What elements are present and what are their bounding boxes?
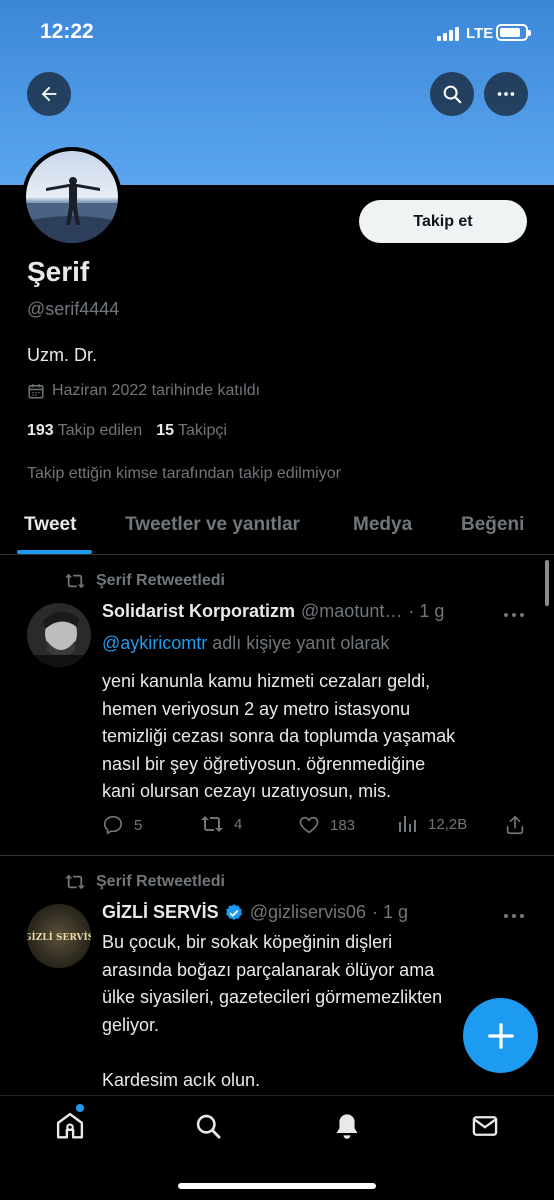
- retweet-indicator: Şerif Retweetledi: [64, 572, 225, 590]
- following-label: Takip edilen: [57, 422, 143, 439]
- profile-bio: Uzm. Dr.: [27, 345, 97, 365]
- reply-context: @aykiricomtr adlı kişiye yanıt olarak: [102, 633, 389, 654]
- verified-badge-icon: [225, 903, 242, 920]
- tab-tweets-and-replies[interactable]: Tweetler ve yanıtlar: [125, 514, 300, 536]
- tab-tweets[interactable]: Tweet: [24, 514, 76, 536]
- home-notification-dot: [76, 1104, 84, 1112]
- avatar-image: [26, 151, 118, 243]
- arrow-left-icon: [41, 86, 57, 102]
- status-time: 12:22: [40, 20, 94, 43]
- network-label: LTE: [466, 25, 494, 42]
- retweet-label: Şerif Retweetledi: [96, 572, 225, 589]
- nav-notifications[interactable]: [327, 1106, 367, 1146]
- active-tab-indicator: [17, 550, 92, 554]
- tweet-header: GİZLİ SERVİS @gizliservis06 · 1 g: [102, 902, 502, 923]
- reply-icon: [103, 815, 123, 835]
- tweet-time: · 1 g: [408, 601, 445, 621]
- tweet-more-icon[interactable]: [503, 611, 525, 619]
- like-button[interactable]: 183: [298, 814, 355, 836]
- retweet-label: Şerif Retweetledi: [96, 873, 225, 890]
- tweet-text: Bu çocuk, bir sokak köpeğinin dişleri ar…: [102, 932, 443, 1090]
- tweet-item[interactable]: Şerif Retweetledi Solidarist Korporatizm…: [0, 556, 554, 856]
- profile-display-name: Şerif: [27, 256, 90, 287]
- compose-tweet-button[interactable]: [463, 998, 538, 1073]
- profile-avatar[interactable]: [22, 147, 122, 247]
- profile-stats: 193 Takip edilen 15 Takipçi: [27, 422, 227, 440]
- battery-icon: [496, 24, 531, 41]
- reply-context-text: adlı kişiye yanıt olarak: [207, 633, 390, 653]
- reply-button[interactable]: 5: [102, 814, 142, 836]
- tweet-text: yeni kanunla kamu hizmeti cezaları geldi…: [102, 671, 456, 801]
- nav-home[interactable]: [50, 1106, 90, 1146]
- tweet-author-avatar[interactable]: [27, 603, 91, 667]
- home-indicator[interactable]: [178, 1183, 376, 1189]
- followers-note: Takip ettiğin kimse tarafından takip edi…: [27, 465, 341, 482]
- plus-icon: [487, 1022, 514, 1049]
- profile-handle: @serif4444: [27, 299, 120, 319]
- tab-media[interactable]: Medya: [353, 514, 412, 536]
- followers-link[interactable]: 15 Takipçi: [156, 422, 227, 440]
- retweet-count: 4: [234, 815, 243, 833]
- tweet-actions: 5 4 183 12,2B: [102, 814, 532, 838]
- retweet-icon: [65, 874, 85, 890]
- profile-tabs: Tweet Tweetler ve yanıtlar Medya Beğeni: [0, 500, 554, 555]
- back-button[interactable]: [27, 72, 71, 116]
- tweet-author-handle: @maotunt…: [301, 601, 403, 621]
- following-link[interactable]: 193 Takip edilen: [27, 422, 142, 440]
- retweet-button[interactable]: 4: [200, 814, 242, 834]
- search-icon: [196, 1114, 221, 1139]
- retweet-indicator: Şerif Retweetledi: [64, 873, 225, 891]
- tweet-time: · 1 g: [372, 902, 409, 922]
- signal-icon: [437, 27, 459, 41]
- followers-count: 15: [156, 422, 174, 439]
- share-icon: [506, 815, 524, 835]
- tweet-item[interactable]: Şerif Retweetledi GİZLİ SERVİS GİZLİ SER…: [0, 857, 554, 1097]
- nav-explore[interactable]: [188, 1106, 228, 1146]
- views-icon: [399, 816, 416, 832]
- like-count: 183: [330, 816, 356, 834]
- following-count: 193: [27, 422, 54, 439]
- tweet-author-name[interactable]: GİZLİ SERVİS: [102, 902, 219, 923]
- search-icon: [443, 85, 462, 104]
- heart-icon: [299, 816, 319, 834]
- tweet-more-icon[interactable]: [503, 912, 525, 920]
- home-icon: [56, 1112, 84, 1139]
- views-button[interactable]: 12,2B: [398, 814, 467, 834]
- bell-icon: [336, 1114, 358, 1139]
- follow-button[interactable]: Takip et: [359, 200, 527, 243]
- tweet-author-avatar[interactable]: GİZLİ SERVİS: [27, 904, 91, 968]
- joined-text: Haziran 2022 tarihinde katıldı: [52, 382, 261, 399]
- reply-mention-link[interactable]: @aykiricomtr: [102, 633, 207, 653]
- share-button[interactable]: [504, 814, 526, 836]
- more-options-button[interactable]: [484, 72, 528, 116]
- tweet-author-handle: @gizliservis06: [249, 902, 367, 922]
- status-bar: 12:22 LTE: [0, 0, 554, 66]
- joined-date: Haziran 2022 tarihinde katıldı: [27, 382, 260, 400]
- nav-messages[interactable]: [465, 1106, 505, 1146]
- followers-label: Takipçi: [178, 422, 227, 439]
- retweet-icon: [65, 573, 85, 589]
- retweet-icon: [201, 816, 223, 832]
- calendar-icon: [28, 384, 44, 399]
- search-button[interactable]: [430, 72, 474, 116]
- tweet-header: Solidarist Korporatizm @maotunt… · 1 g: [102, 601, 502, 622]
- more-horizontal-icon: [497, 92, 515, 96]
- mail-icon: [472, 1116, 498, 1136]
- reply-count: 5: [134, 816, 143, 834]
- views-count: 12,2B: [428, 815, 468, 833]
- tab-likes[interactable]: Beğeni: [461, 514, 524, 536]
- tweet-author-name[interactable]: Solidarist Korporatizm: [102, 601, 295, 622]
